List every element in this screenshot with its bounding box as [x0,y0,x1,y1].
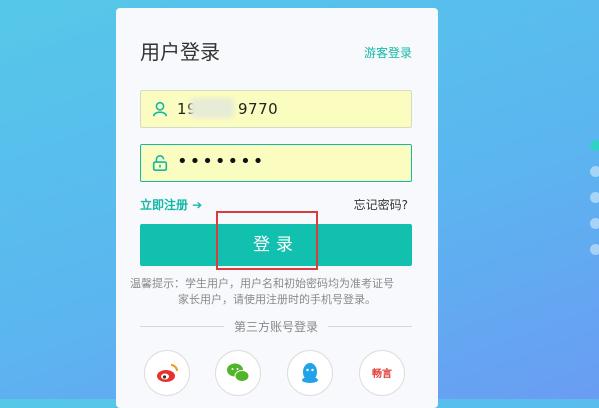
password-value: ••••••• [177,151,266,172]
hint-line-2: 家长用户，请使用注册时的手机号登录。 [178,293,376,306]
forgot-password-link[interactable]: 忘记密码? [354,196,408,213]
login-card: 用户登录 游客登录 19 9770 ••••••• 立即注册 ➔ 忘记密码? 登… [116,8,438,408]
wechat-icon [227,363,250,382]
username-value-end: 9770 [238,100,279,118]
weibo-icon [157,364,178,382]
carousel-dot-active[interactable] [590,140,599,151]
divider-line [328,326,412,327]
changyan-login-button[interactable]: 畅言 [359,350,405,396]
user-icon [152,101,168,117]
login-hint: 温馨提示：学生用户，用户名和初始密码均为准考证号 家长用户，请使用注册时的手机号… [130,276,394,308]
password-field[interactable]: ••••••• [140,144,412,182]
carousel-dot[interactable] [590,218,599,229]
carousel-dot[interactable] [590,166,599,177]
weibo-login-button[interactable] [144,350,190,396]
changyan-label: 畅言 [372,369,392,380]
qq-login-button[interactable] [287,350,333,396]
carousel-dot[interactable] [590,192,599,203]
register-link[interactable]: 立即注册 ➔ [140,196,202,213]
guest-login-link[interactable]: 游客登录 [364,44,412,61]
username-field[interactable]: 19 9770 [140,90,412,128]
wechat-login-button[interactable] [215,350,261,396]
login-button-highlight [216,211,318,270]
carousel-dot[interactable] [590,244,599,255]
qq-icon [302,363,318,383]
login-title: 用户登录 [140,40,220,64]
hint-line-1: 温馨提示：学生用户，用户名和初始密码均为准考证号 [130,277,394,290]
username-redaction [190,98,234,118]
lock-icon [152,155,168,172]
third-party-divider: 第三方账号登录 [140,318,412,334]
